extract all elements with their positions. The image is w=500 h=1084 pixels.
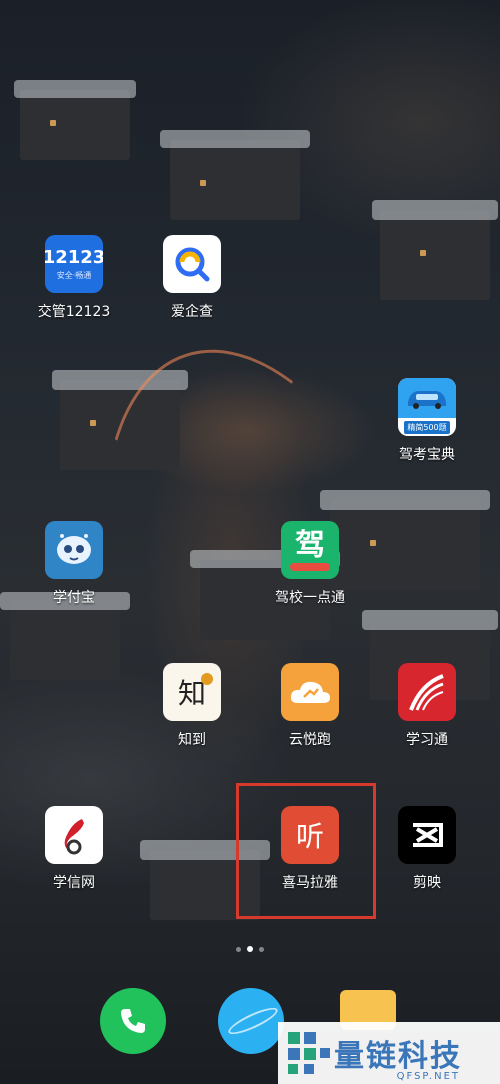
jiaxiao-icon-text: 驾 — [295, 528, 325, 563]
phone-icon[interactable] — [100, 988, 166, 1054]
zhidao-icon: 知 — [163, 663, 221, 721]
jiaoguan-icon-subtext: 安全·畅通 — [56, 271, 92, 280]
wallpaper-window — [90, 420, 96, 426]
yunyuepao-icon — [281, 663, 339, 721]
app-label: 学付宝 — [53, 590, 95, 606]
wallpaper-house — [20, 90, 130, 160]
car-icon — [398, 378, 456, 418]
wallpaper-house — [380, 210, 490, 300]
watermark-logo-icon — [288, 1032, 330, 1074]
app-label: 云悦跑 — [289, 732, 331, 748]
selection-highlight-box — [236, 783, 376, 919]
jiaxiao-icon-stripe — [290, 563, 330, 571]
app-jiakaobaodian[interactable]: 精简500题 驾考宝典 — [367, 378, 487, 464]
app-label: 爱企查 — [171, 304, 213, 320]
robot-icon — [57, 534, 91, 564]
wallpaper-roof — [160, 130, 310, 148]
page-indicator — [0, 937, 500, 956]
app-label: 学习通 — [406, 732, 448, 748]
app-label: 知到 — [178, 732, 206, 748]
app-xuexitong[interactable]: 学习通 — [367, 663, 487, 749]
jiaoguan-icon: 12123 安全·畅通 — [45, 235, 103, 293]
cloud-runner-icon — [290, 681, 330, 703]
page-dot[interactable] — [236, 947, 241, 952]
app-label: 驾校一点通 — [275, 590, 345, 606]
wallpaper-window — [50, 120, 56, 126]
browser-orbit — [225, 1003, 281, 1039]
wallpaper-house — [10, 600, 120, 680]
aiqicha-icon — [163, 235, 221, 293]
wallpaper-house — [170, 140, 300, 220]
jiaxiao-icon: 驾 — [281, 521, 339, 579]
jianying-icon — [398, 806, 456, 864]
app-label: 剪映 — [413, 875, 441, 891]
xuexitong-icon — [398, 663, 456, 721]
bird-logo-icon — [64, 819, 84, 855]
capcut-icon — [413, 823, 443, 847]
jiakaobaodian-badge: 精简500题 — [404, 421, 450, 434]
xuefubao-icon — [45, 521, 103, 579]
magnifier-icon — [175, 247, 210, 282]
browser-icon[interactable] — [218, 988, 284, 1054]
page-dot[interactable] — [259, 947, 264, 952]
app-label: 交管12123 — [37, 304, 111, 320]
watermark-subtitle: QFSP.NET — [396, 1071, 460, 1082]
app-jiaxiao[interactable]: 驾 驾校一点通 — [250, 521, 370, 607]
jiaoguan-icon-text: 12123 — [45, 247, 103, 268]
wallpaper-window — [200, 180, 206, 186]
page-dot-active[interactable] — [247, 946, 253, 952]
jiakaobaodian-icon: 精简500题 — [398, 378, 456, 436]
app-aiqicha[interactable]: 爱企查 — [132, 235, 252, 321]
zhidao-icon-dot — [201, 673, 213, 685]
swoosh-icon — [409, 674, 444, 711]
app-jianying[interactable]: 剪映 — [367, 806, 487, 892]
wallpaper-roof — [372, 200, 498, 220]
app-xuefubao[interactable]: 学付宝 — [14, 521, 134, 607]
app-yunyuepao[interactable]: 云悦跑 — [250, 663, 370, 749]
wallpaper-window — [420, 250, 426, 256]
app-jiaoguan[interactable]: 12123 安全·畅通 交管12123 — [14, 235, 134, 321]
xuexinwang-icon — [45, 806, 103, 864]
wallpaper-roof — [14, 80, 136, 98]
app-label: 学信网 — [53, 875, 95, 891]
watermark: 量链科技 QFSP.NET — [278, 1022, 500, 1084]
app-xuexinwang[interactable]: 学信网 — [14, 806, 134, 892]
app-zhidao[interactable]: 知 知到 — [132, 663, 252, 749]
app-label: 驾考宝典 — [399, 447, 455, 463]
watermark-title: 量链科技 — [334, 1039, 462, 1074]
